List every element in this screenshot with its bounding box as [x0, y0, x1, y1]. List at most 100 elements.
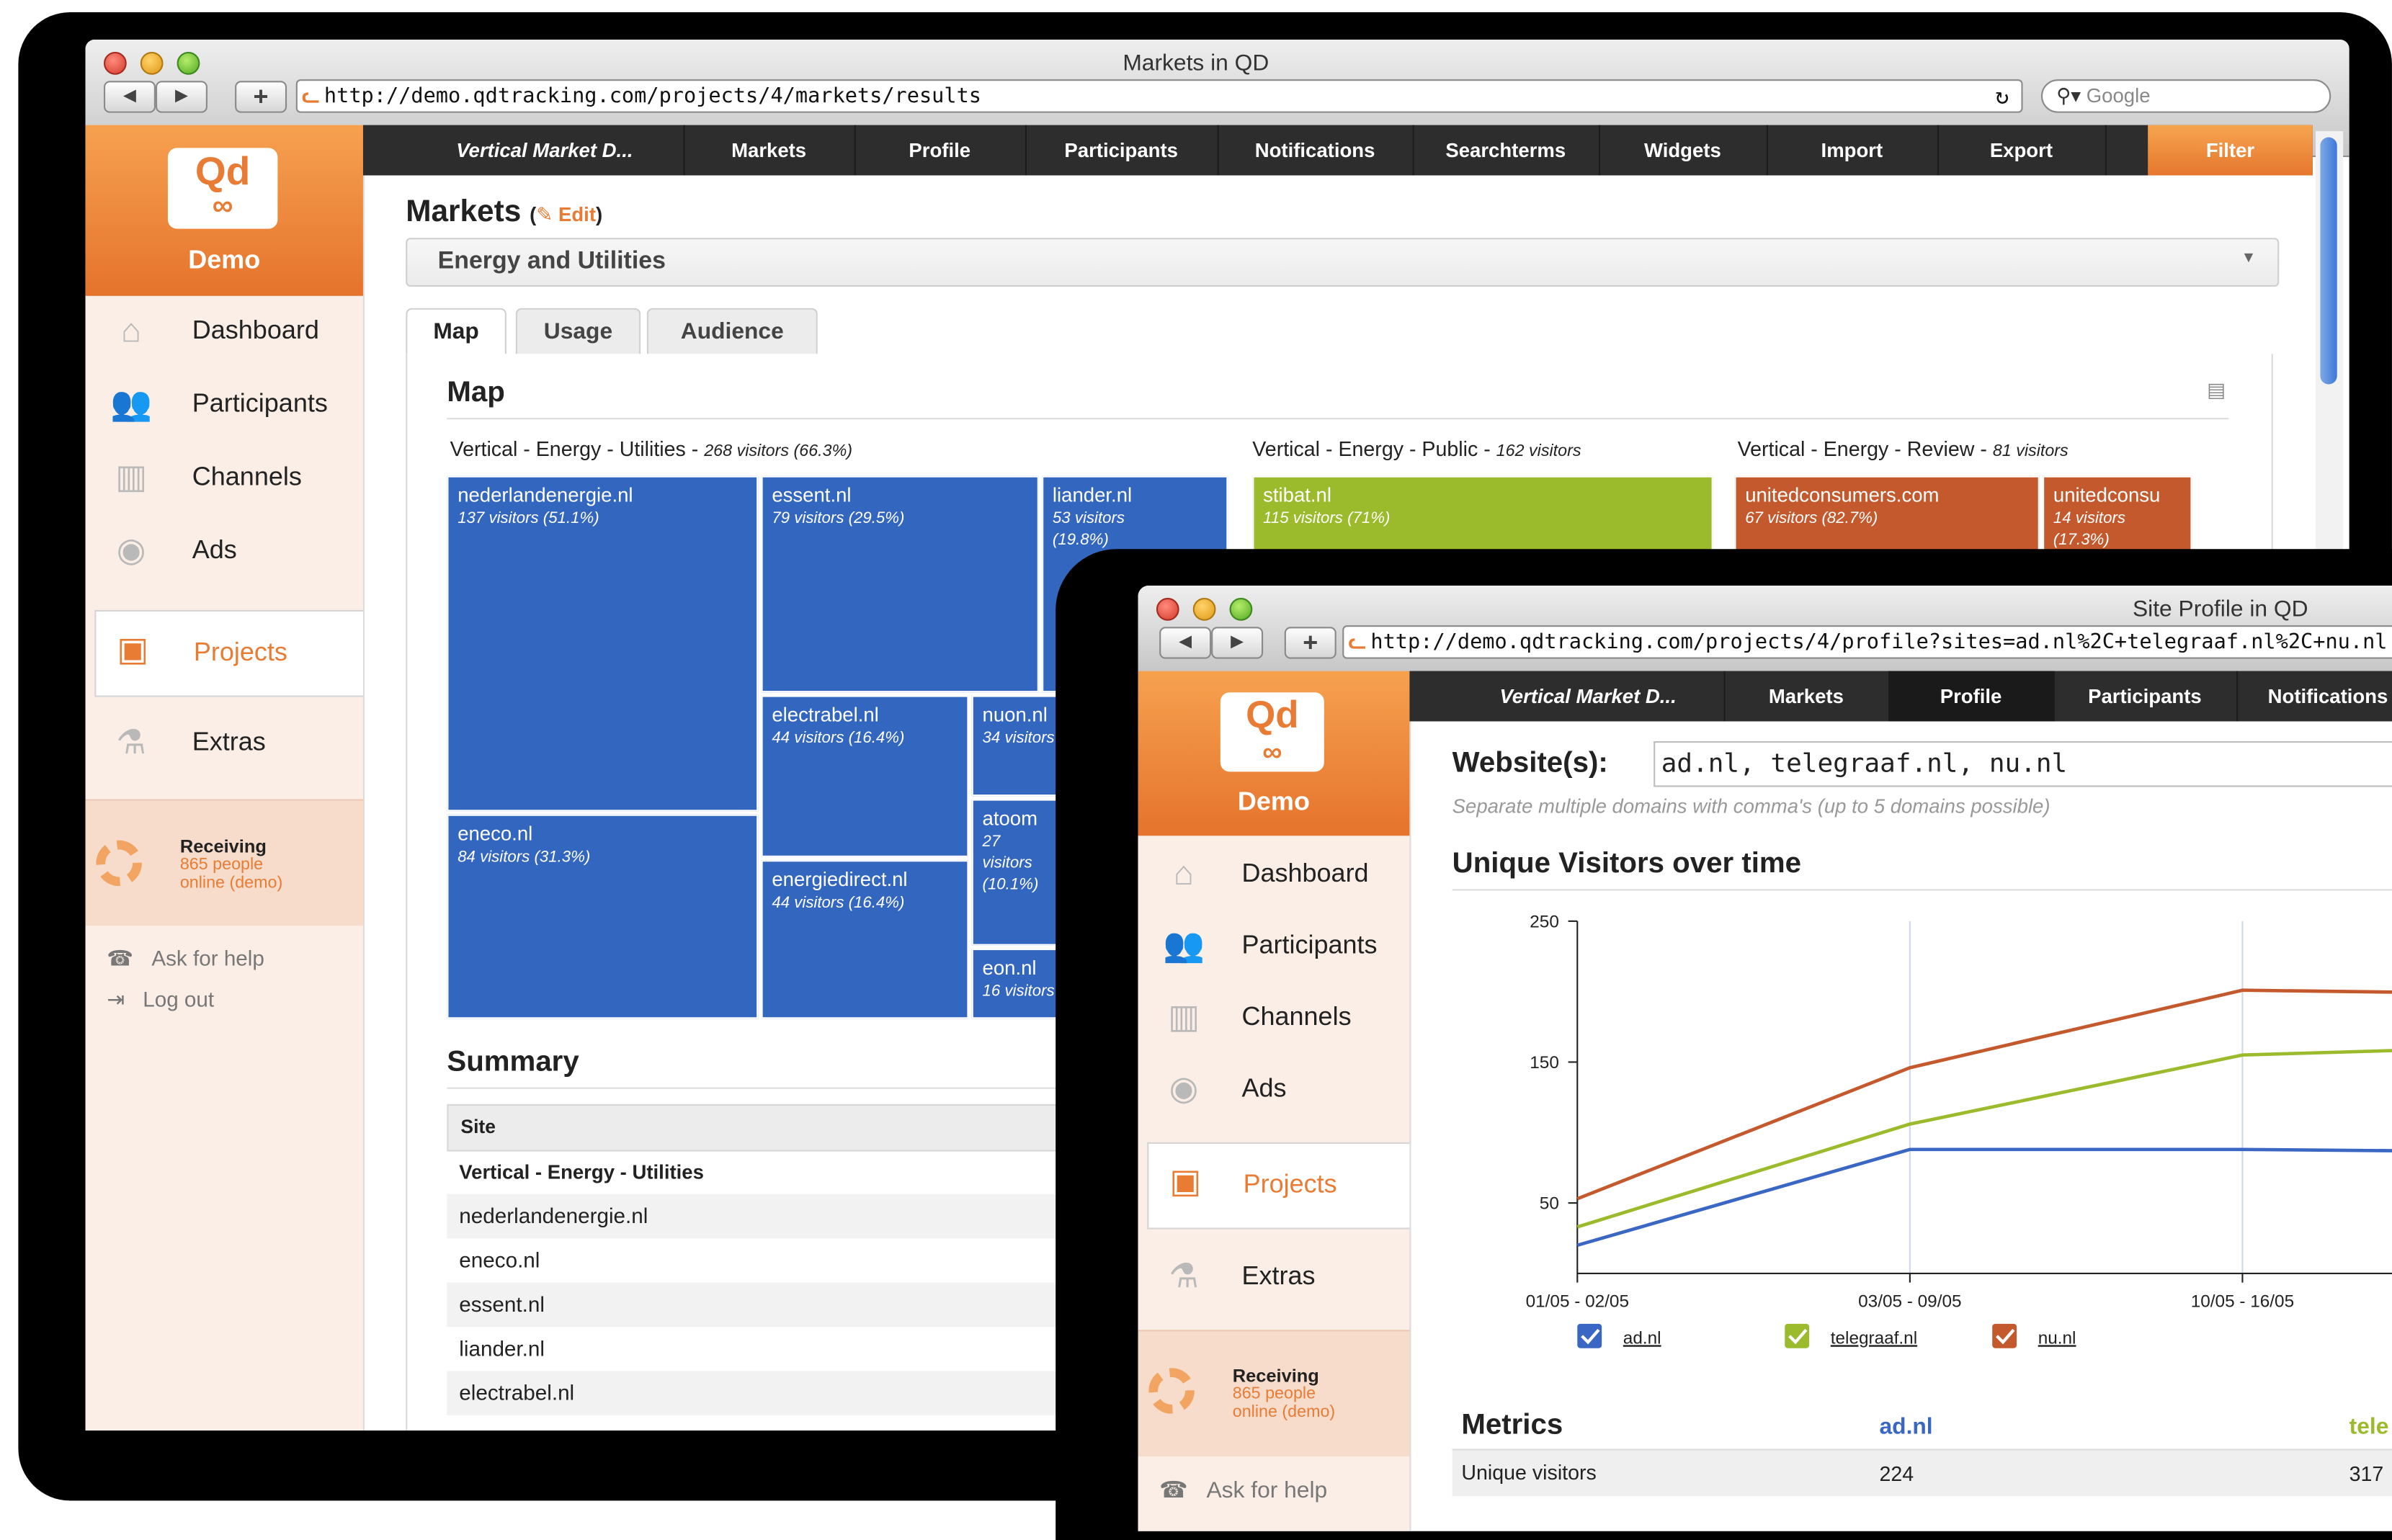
back-button[interactable]: ◀: [103, 81, 156, 113]
page-title: Markets (✎ Edit): [406, 195, 602, 230]
nav-vertical-market[interactable]: Vertical Market D...: [1452, 671, 1726, 722]
back-icon: ◀: [123, 86, 136, 106]
sidebar-item-channels[interactable]: ▥ Channels: [1138, 982, 1410, 1056]
group-label-public: Vertical - Energy - Public - 162 visitor…: [1252, 437, 1581, 461]
nav-markets[interactable]: Markets: [684, 125, 856, 176]
zoom-window-button[interactable]: [1229, 597, 1253, 621]
reload-icon[interactable]: ↻: [1995, 81, 2009, 111]
sidebar-item-channels[interactable]: ▥ Channels: [86, 442, 363, 516]
sidebar-item-participants[interactable]: 👥 Participants: [86, 369, 363, 442]
qd-logo[interactable]: Qd ∞: [1220, 692, 1324, 772]
sidebar-item-dashboard[interactable]: ⌂ Dashboard: [1138, 839, 1410, 913]
treemap-cell[interactable]: nederlandenergie.nl 137 visitors (51.1%): [447, 475, 759, 812]
receiving-panel: Receiving 865 people online (demo): [1138, 1330, 1410, 1457]
scrollbar-thumb[interactable]: [2320, 137, 2337, 385]
donut-icon: [96, 840, 142, 887]
add-bookmark-button[interactable]: +: [235, 81, 287, 113]
add-bookmark-button[interactable]: +: [1284, 627, 1336, 659]
cell-name: eneco.nl: [458, 822, 533, 845]
group-label-review: Vertical - Energy - Review - 81 visitors: [1737, 437, 2069, 461]
sidebar: Qd ∞ Demo ⌂ Dashboard 👥 Participants ▥ C…: [85, 125, 365, 1431]
url-field[interactable]: ᓚ http://demo.qdtracking.com/projects/4/p…: [1342, 625, 2392, 659]
nav-widgets[interactable]: Widgets: [1599, 125, 1768, 176]
treemap-cell[interactable]: electrabel.nl 44 visitors (16.4%): [761, 695, 969, 857]
nav-searchterms[interactable]: Searchterms: [1413, 125, 1601, 176]
forward-button[interactable]: ▶: [1211, 627, 1264, 659]
nav-notifications[interactable]: Notifications: [1218, 125, 1414, 176]
close-window-button[interactable]: [103, 51, 127, 75]
briefcase-icon: ▣: [117, 630, 149, 668]
sidebar-item-projects[interactable]: ▣ Projects: [94, 609, 363, 697]
treemap-cell[interactable]: energiedirect.nl 44 visitors (16.4%): [761, 860, 969, 1019]
sidebar-item-extras[interactable]: ⚗ Extras: [1138, 1241, 1410, 1315]
url-field[interactable]: ᓚ http://demo.qdtracking.com/projects/4/m…: [295, 79, 2023, 113]
website-input[interactable]: ad.nl, telegraaf.nl, nu.nl: [1654, 741, 2392, 787]
sidebar-label: Channels: [192, 462, 302, 491]
nav-label: Vertical Market D...: [1499, 684, 1677, 708]
sidebar-item-projects[interactable]: ▣ Projects: [1147, 1142, 1410, 1230]
nav-profile[interactable]: Profile: [854, 125, 1027, 176]
nav-export[interactable]: Export: [1937, 125, 2107, 176]
nav-filter[interactable]: Filter: [2148, 125, 2313, 176]
nav-markets[interactable]: Markets: [1724, 671, 1891, 722]
legend-label: ad.nl: [1623, 1328, 1661, 1348]
qd-logo[interactable]: Qd ∞: [167, 148, 278, 229]
minimize-window-button[interactable]: [1192, 597, 1216, 621]
website-hint: Separate multiple domains with comma's (…: [1452, 794, 2050, 818]
site-favicon-icon: ᓚ: [1348, 630, 1367, 655]
sidebar-item-participants[interactable]: 👥 Participants: [1138, 910, 1410, 984]
zoom-window-button[interactable]: [177, 51, 200, 75]
treemap-cell[interactable]: eneco.nl 84 visitors (31.3%): [447, 814, 759, 1019]
tab-usage[interactable]: Usage: [515, 308, 641, 356]
cell-name: energiedirect.nl: [772, 867, 908, 891]
nav-label: Notifications: [2267, 684, 2388, 708]
ask-help-link[interactable]: ☎ Ask for help: [1159, 1477, 1327, 1504]
tab-audience[interactable]: Audience: [646, 308, 818, 356]
row-site: electrabel.nl: [459, 1380, 575, 1405]
cell-name: essent.nl: [772, 483, 852, 506]
table-view-icon[interactable]: ▤: [2207, 378, 2226, 403]
nav-import[interactable]: Import: [1767, 125, 1940, 176]
sidebar-item-extras[interactable]: ⚗ Extras: [86, 707, 363, 781]
nav-notifications[interactable]: Notifications: [2236, 671, 2392, 722]
sidebar-item-ads[interactable]: ◉ Ads: [1138, 1054, 1410, 1127]
logout-link[interactable]: ⇥ Log out: [107, 987, 214, 1013]
nav-vertical-market[interactable]: Vertical Market D...: [406, 125, 685, 176]
nav-label: Export: [1989, 138, 2053, 162]
search-field[interactable]: ⚲▾ Google: [2040, 79, 2331, 113]
nav-participants[interactable]: Participants: [2053, 671, 2239, 722]
nav-participants[interactable]: Participants: [1025, 125, 1219, 176]
receiving-count: 865 people: [179, 855, 264, 874]
market-select[interactable]: Energy and Utilities ▼: [406, 238, 2280, 287]
top-navigation: Vertical Market D... Markets Profile Par…: [1409, 671, 2392, 722]
metrics-row-value-tele: 317: [2349, 1462, 2384, 1486]
url-text: http://demo.qdtracking.com/projects/4/pr…: [1370, 630, 2388, 655]
logo-infinity-icon: ∞: [212, 190, 233, 223]
group-stat: 268 visitors (66.3%): [704, 442, 853, 461]
tab-map[interactable]: Map: [406, 308, 506, 357]
edit-label: Edit: [558, 202, 597, 226]
series-line-ad-nl: [1576, 1147, 2392, 1248]
group-stat: 162 visitors: [1496, 442, 1581, 461]
logo-text: Qd: [1246, 694, 1299, 737]
window-titlebar: Site Profile in QD ◀ ▶ + ᓚ http://demo.qd…: [1138, 586, 2392, 673]
treemap-cell[interactable]: essent.nl 79 visitors (29.5%): [761, 475, 1039, 693]
nav-profile[interactable]: Profile: [1888, 671, 2056, 722]
forward-button[interactable]: ▶: [155, 81, 207, 113]
metrics-col-ad: ad.nl: [1879, 1413, 1933, 1440]
group-name: Vertical - Energy - Utilities: [450, 437, 686, 461]
sidebar-item-dashboard[interactable]: ⌂ Dashboard: [86, 296, 363, 370]
back-button[interactable]: ◀: [1159, 627, 1212, 659]
edit-link[interactable]: (✎ Edit): [530, 203, 602, 226]
cell-name: atoom: [982, 807, 1038, 830]
metrics-row: Unique visitors 224 317: [1452, 1449, 2392, 1497]
sidebar-item-ads[interactable]: ◉ Ads: [86, 516, 363, 589]
tab-label: Audience: [680, 318, 784, 345]
row-site: liander.nl: [459, 1335, 545, 1361]
metrics-row-value-ad: 224: [1879, 1462, 1914, 1486]
legend-label: nu.nl: [2038, 1328, 2076, 1348]
close-window-button[interactable]: [1156, 597, 1179, 621]
ask-help-link[interactable]: ☎ Ask for help: [107, 946, 264, 972]
legend-checkbox-icon: [1577, 1323, 1602, 1348]
minimize-window-button[interactable]: [140, 51, 164, 75]
